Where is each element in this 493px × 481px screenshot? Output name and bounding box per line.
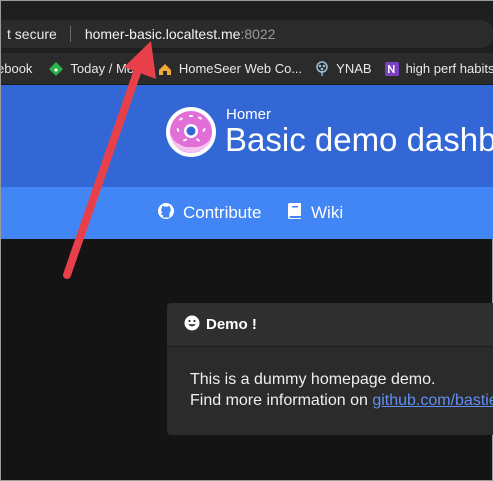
navbar: Contribute Wiki: [1, 187, 493, 239]
security-indicator[interactable]: t secure: [1, 26, 57, 42]
bookmark-today[interactable]: Today / Me...: [44, 53, 156, 84]
bookmarks-bar: ebook Today / Me... HomeSeer Web Co... Y…: [1, 53, 493, 85]
page-title: Basic demo dashboard: [225, 121, 493, 158]
bookmark-label: high perf habits: [405, 61, 493, 76]
donut-logo-icon: [165, 106, 217, 158]
bookmark-label: Today / Me...: [70, 61, 145, 76]
bookmark-label: HomeSeer Web Co...: [178, 61, 303, 76]
github-repo-link[interactable]: github.com/bastienwirtz/homer: [372, 392, 493, 409]
feedly-icon: [48, 61, 64, 77]
book-icon: [287, 202, 303, 225]
card-text-prefix: Find more information on: [190, 392, 373, 409]
onenote-icon: [384, 61, 400, 77]
github-icon: [157, 202, 175, 225]
homeseer-icon: [157, 61, 173, 77]
wiki-link[interactable]: Wiki: [287, 187, 343, 239]
url-port[interactable]: :8022: [240, 26, 275, 42]
demo-message-card: Demo ! This is a dummy homepage demo. Fi…: [167, 303, 493, 435]
card-title: Demo !: [206, 316, 257, 333]
omnibox-divider: [69, 26, 71, 42]
page-header: Homer Basic demo dashboard: [1, 85, 493, 187]
card-body: This is a dummy homepage demo. Find more…: [167, 347, 493, 411]
bookmark-ynab[interactable]: YNAB: [314, 53, 383, 84]
bookmark-label: ebook: [1, 61, 33, 76]
contribute-label: Contribute: [183, 203, 262, 222]
smile-icon: [184, 315, 200, 335]
ynab-tree-icon: [314, 60, 330, 77]
bookmark-ebook[interactable]: ebook: [1, 53, 44, 84]
card-header: Demo !: [167, 303, 493, 347]
card-text-line-2: Find more information on github.com/bast…: [190, 390, 493, 411]
bookmark-label: YNAB: [336, 61, 372, 76]
address-bar: t secure homer-basic.localtest.me :8022: [1, 1, 493, 53]
contribute-link[interactable]: Contribute: [157, 187, 261, 239]
omnibox[interactable]: t secure homer-basic.localtest.me :8022: [1, 20, 493, 48]
card-text-line-1: This is a dummy homepage demo.: [190, 371, 436, 388]
url-host[interactable]: homer-basic.localtest.me: [85, 26, 241, 42]
bookmark-homeseer[interactable]: HomeSeer Web Co...: [157, 53, 314, 84]
wiki-label: Wiki: [311, 203, 344, 222]
bookmark-high-perf-habits[interactable]: high perf habits: [384, 53, 493, 84]
